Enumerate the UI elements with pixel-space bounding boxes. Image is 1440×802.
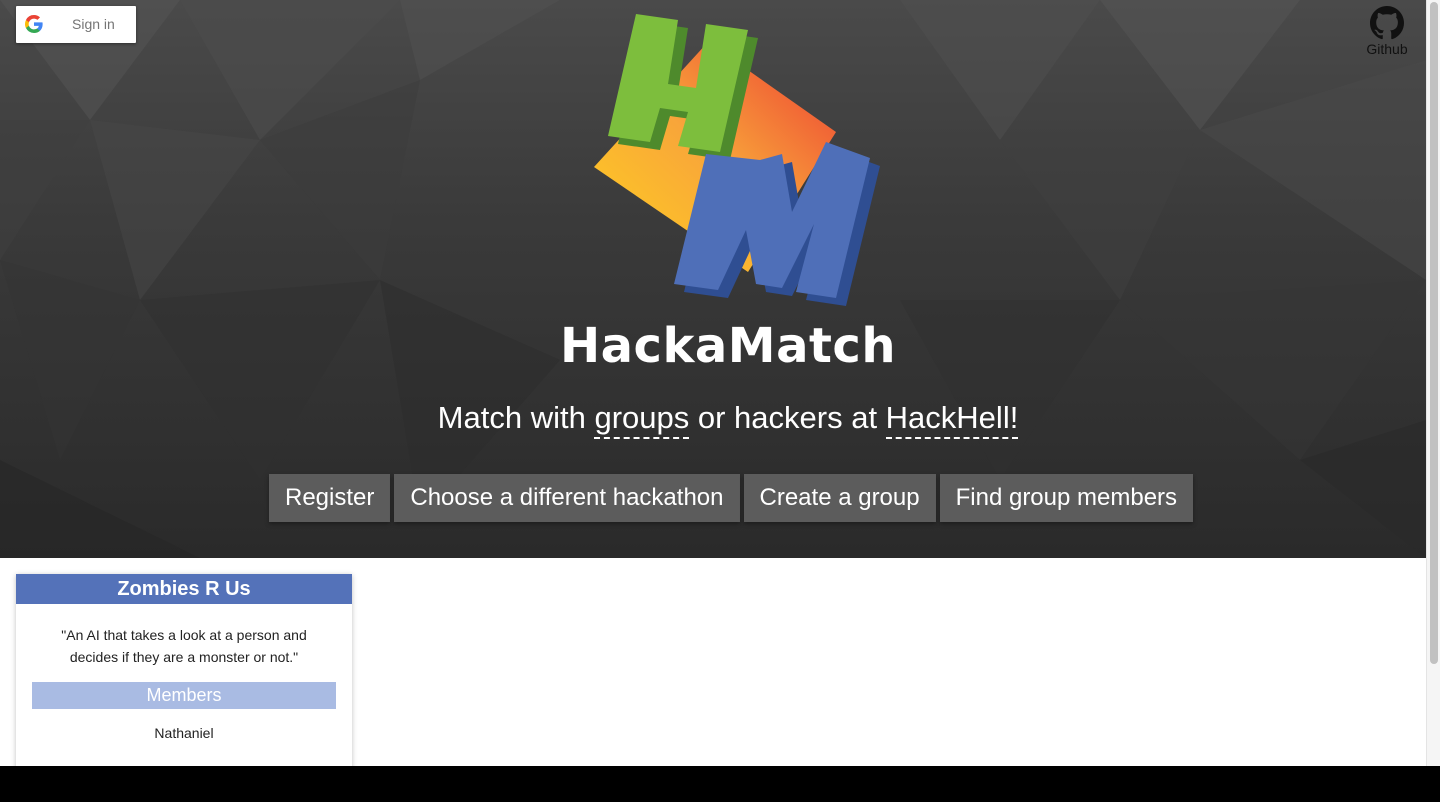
members-heading: Members: [32, 682, 336, 709]
find-members-button[interactable]: Find group members: [939, 474, 1194, 522]
hero-banner: Sign in Github HackaMatch Match with gro…: [0, 0, 1426, 558]
github-link[interactable]: Github: [1362, 6, 1412, 58]
page: Sign in Github HackaMatch Match with gro…: [0, 0, 1440, 802]
vertical-scrollbar[interactable]: [1426, 0, 1440, 766]
tagline-text-2: or hackers at: [689, 400, 886, 435]
bottom-bar: [0, 766, 1440, 802]
page-title: HackaMatch: [559, 318, 897, 374]
signin-label: Sign in: [72, 16, 115, 32]
hackamatch-logo: [594, 14, 880, 306]
github-label: Github: [1366, 41, 1408, 57]
main-nav: Register Choose a different hackathon Cr…: [269, 474, 1194, 522]
member-item: Nathaniel: [154, 725, 214, 741]
google-signin-button[interactable]: Sign in: [16, 6, 136, 43]
hackathon-name-link[interactable]: HackHell!: [885, 400, 1019, 439]
logo-letter-m: [674, 142, 880, 306]
tagline-text-1: Match with: [437, 400, 595, 435]
register-button[interactable]: Register: [269, 474, 391, 522]
groups-toggle[interactable]: groups: [594, 400, 690, 439]
tagline: Match with groups or hackers at HackHell…: [0, 400, 1426, 439]
group-card[interactable]: Zombies R Us "An AI that takes a look at…: [16, 574, 352, 774]
create-group-button[interactable]: Create a group: [743, 474, 936, 522]
choose-hackathon-button[interactable]: Choose a different hackathon: [394, 474, 740, 522]
group-description: "An AI that takes a look at a person and…: [61, 627, 307, 665]
github-icon: [1370, 6, 1404, 40]
scrollbar-thumb[interactable]: [1430, 2, 1438, 664]
group-name: Zombies R Us: [16, 574, 352, 604]
google-g-icon: [25, 15, 43, 33]
